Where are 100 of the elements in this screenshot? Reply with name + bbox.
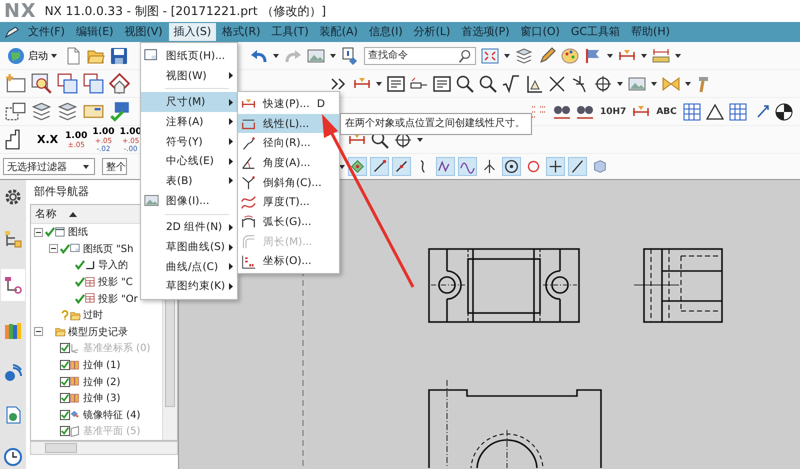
valve-icon[interactable] <box>662 74 680 92</box>
menu-item[interactable]: 注释(A) <box>141 112 237 132</box>
type-filter-dropdown[interactable]: 无选择过滤器 <box>3 158 95 175</box>
tree-node[interactable]: 图纸 <box>68 225 88 240</box>
menu-item[interactable]: 角度(A)... <box>238 153 339 173</box>
menu-item[interactable]: 工具(T) <box>266 23 314 41</box>
tree-node[interactable]: 导入的 <box>98 258 128 272</box>
menu-item[interactable]: 尺寸(M) <box>141 92 237 112</box>
tree-node[interactable]: 拉伸 (2) <box>83 374 120 389</box>
menu-item[interactable]: 弧长(G)... <box>238 212 339 232</box>
image-icon[interactable] <box>307 46 325 64</box>
resource-tab[interactable] <box>1 269 25 301</box>
menu-item[interactable]: 线性(L)... <box>238 114 339 134</box>
collapse-icon[interactable] <box>34 228 43 237</box>
sheets-icon[interactable] <box>83 73 104 94</box>
caret-icon[interactable] <box>675 54 681 58</box>
snap-toggle-button[interactable] <box>546 157 565 176</box>
menu-item[interactable]: 编辑(E) <box>70 23 118 41</box>
collapse-icon[interactable] <box>49 244 58 254</box>
palette-icon[interactable] <box>561 46 579 64</box>
snap-toggle-button[interactable] <box>436 157 455 176</box>
layers-icon[interactable] <box>31 101 52 122</box>
caret-icon[interactable] <box>617 82 623 86</box>
snap-toggle-button[interactable] <box>458 157 477 176</box>
tree-node[interactable]: 投影 "Or <box>98 292 138 306</box>
checkbox[interactable] <box>60 410 70 420</box>
note-icon[interactable] <box>387 74 405 92</box>
layers-icon[interactable] <box>57 101 78 122</box>
menu-item[interactable]: 表(B) <box>141 171 237 191</box>
menu-item[interactable]: 草图约束(K) <box>141 276 237 296</box>
note-icon[interactable] <box>433 74 451 92</box>
caret-icon[interactable] <box>330 54 336 58</box>
layers-icon[interactable] <box>515 46 533 64</box>
magnifier-icon[interactable] <box>456 74 474 92</box>
menu-item[interactable]: 中心线(E) <box>141 151 237 172</box>
tree-node[interactable]: 镜像特征 (4) <box>83 408 140 422</box>
menu-item[interactable]: GC工具箱 <box>566 23 626 41</box>
checkbox[interactable] <box>60 343 70 354</box>
tree-node[interactable]: 模型历史记录 <box>68 324 128 339</box>
decimal-format-button[interactable]: X.X <box>31 133 60 146</box>
checkbox[interactable] <box>60 376 70 387</box>
sheets-icon[interactable] <box>57 73 78 94</box>
caret-icon[interactable] <box>641 54 647 58</box>
scope-filter-dropdown[interactable]: 整个 <box>102 158 127 175</box>
diamond-icon[interactable] <box>109 73 130 94</box>
checkbox[interactable] <box>60 393 70 404</box>
menu-item[interactable]: 分析(L) <box>408 23 456 41</box>
new-sheet-icon[interactable] <box>5 73 26 94</box>
menu-item[interactable]: 窗口(O) <box>516 23 565 41</box>
menu-item[interactable]: 坐标(O)... <box>238 252 339 272</box>
tree-node[interactable]: 拉伸 (1) <box>83 358 120 372</box>
caret-icon[interactable] <box>273 54 279 58</box>
snap-toggle-button[interactable] <box>370 157 389 176</box>
menu-item[interactable]: 帮助(H) <box>626 23 675 41</box>
tree-node[interactable]: 拉伸 (3) <box>83 391 120 406</box>
cross-icon[interactable] <box>548 74 566 92</box>
caret-icon[interactable] <box>651 82 657 86</box>
check-box-icon[interactable] <box>109 101 130 122</box>
table-icon[interactable] <box>728 102 747 120</box>
resource-tab[interactable] <box>1 445 25 469</box>
save-icon[interactable] <box>110 46 128 64</box>
datum-icon[interactable] <box>525 74 543 92</box>
search-icon[interactable] <box>458 48 472 62</box>
tree-node[interactable]: 图纸页 "Sh <box>83 242 134 256</box>
sort-ascending-icon[interactable] <box>69 212 77 216</box>
menu-item[interactable]: 倒斜角(C)... <box>238 172 339 192</box>
surface-finish-icon[interactable] <box>502 74 520 92</box>
magnifier-icon[interactable] <box>479 74 497 92</box>
menu-item[interactable]: 曲线/点(C) <box>141 256 237 277</box>
menu-item[interactable]: 装配(A) <box>314 23 363 41</box>
checkbox[interactable] <box>60 426 70 436</box>
menu-item[interactable]: 厚度(T)... <box>238 192 339 212</box>
image-icon[interactable] <box>628 74 646 92</box>
caret-icon[interactable] <box>416 138 423 142</box>
fit-view-icon[interactable] <box>481 46 499 64</box>
menu-item[interactable]: 首选项(P) <box>456 23 515 41</box>
pen-icon[interactable] <box>538 46 556 64</box>
menu-item[interactable]: 径向(R)... <box>238 133 339 154</box>
menu-item[interactable]: 插入(S) <box>168 23 216 41</box>
info-icon[interactable] <box>341 46 359 64</box>
caret-icon[interactable] <box>607 54 613 58</box>
fit-tolerance-button[interactable]: 10H7 <box>599 106 628 116</box>
menu-item[interactable]: 视图(V) <box>119 23 168 41</box>
menu-item[interactable]: 信息(I) <box>364 23 408 41</box>
tree-node[interactable]: 投影 "C <box>98 275 133 290</box>
pen-icon[interactable] <box>4 26 20 38</box>
snap-toggle-button[interactable] <box>502 157 521 176</box>
crosshair-icon[interactable] <box>594 74 612 92</box>
checkbox[interactable] <box>60 360 70 370</box>
dashed-box-icon[interactable] <box>5 101 26 122</box>
triangle-icon[interactable] <box>706 102 724 120</box>
horizontal-scrollbar[interactable] <box>30 440 178 455</box>
caret-icon[interactable] <box>339 164 345 168</box>
flag-icon[interactable] <box>584 46 602 64</box>
ruler-icon[interactable] <box>652 46 670 64</box>
snap-toggle-button[interactable] <box>392 157 411 176</box>
sheet-magnifier-icon[interactable] <box>31 73 52 94</box>
menu-item[interactable]: 快速(P)... D <box>238 94 339 114</box>
menu-item[interactable]: 符号(Y) <box>141 132 237 152</box>
command-search-field[interactable]: 查找命令 <box>364 46 476 64</box>
